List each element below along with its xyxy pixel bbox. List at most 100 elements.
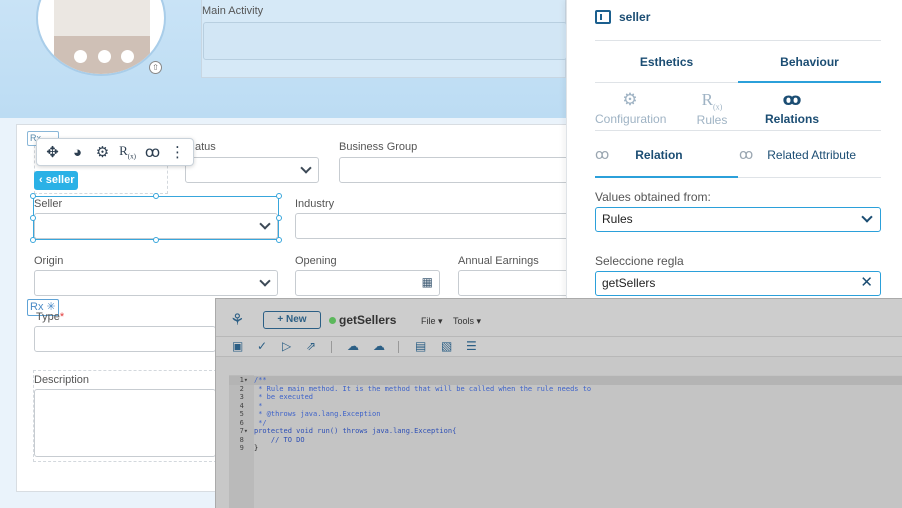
line-number: 5 [239,410,248,418]
check-icon[interactable]: ✓ [257,339,267,353]
required-mark: * [59,311,65,323]
panel-title: seller [595,10,650,24]
rule-select-label: Seleccione regla [595,254,684,268]
chevron-down-icon [300,162,312,174]
gear-icon: ⚙ [622,90,638,109]
divider [595,40,881,41]
resize-handle[interactable] [30,237,36,243]
resize-handle[interactable] [276,215,282,221]
code-area[interactable]: 1▾/** 2 * Rule main method. It is the met… [229,375,902,508]
code-line[interactable]: 4 * [229,402,902,411]
more-icon[interactable]: ⋮ [167,143,189,161]
values-obtained-value: Rules [602,212,633,226]
rules-icon[interactable]: R(x) [117,143,139,161]
tab-behaviour[interactable]: Behaviour [738,55,881,69]
tab-related-attribute[interactable]: ꝏ Related Attribute [739,146,881,163]
values-obtained-select[interactable]: Rules [595,207,881,232]
tab-relation[interactable]: ꝏ Relation [595,146,735,163]
subtab-configuration-label: Configuration [595,112,667,126]
list-icon[interactable]: ☰ [466,339,477,353]
editor-title: getSellers [339,313,397,327]
gear-icon[interactable]: ⚙ [92,143,114,161]
tab-related-attribute-label: Related Attribute [767,147,856,162]
seller-chip[interactable]: ‹ seller [34,171,78,190]
opening-date-input[interactable]: ▦ [295,270,440,296]
code-line[interactable]: 1▾ /** [229,376,902,385]
industry-label: Industry [295,198,335,210]
chevron-down-icon [259,275,271,287]
resize-handle[interactable] [30,215,36,221]
resize-handle[interactable] [276,193,282,199]
subtab-configuration[interactable]: ⚙ Configuration [595,90,667,126]
main-activity-field: Main Activity [201,0,567,78]
cloud-upload-icon[interactable]: ☁ [373,339,385,353]
relations-icon: ꝏ [782,90,802,109]
menu-tools[interactable]: Tools ▾ [453,316,481,327]
app-logo-icon: ⚘ [230,312,245,329]
subtab-rules[interactable]: R(x) Rules [677,90,747,127]
code-line[interactable]: 2 * Rule main method. It is the method t… [229,385,902,394]
industry-input[interactable] [295,213,569,239]
line-number: 4 [239,401,248,410]
resize-handle[interactable] [30,193,36,199]
origin-select[interactable] [34,270,278,296]
code-line[interactable]: 3 * be executed [229,393,902,402]
rule-select[interactable]: getSellers ✕ [595,271,881,296]
main-activity-label: Main Activity [202,5,264,17]
avatar-dots [74,50,134,63]
resize-handle[interactable] [153,237,159,243]
code-text: */ [254,418,267,427]
status-label: atus [195,141,216,153]
code-line[interactable]: 5 * @throws java.lang.Exception [229,410,902,419]
tab-esthetics[interactable]: Esthetics [595,55,738,69]
rule-select-value: getSellers [602,276,656,290]
move-icon[interactable]: ✥ [42,143,64,161]
code-line[interactable]: 8 // TO DO [229,436,902,445]
opening-label: Opening [295,255,337,267]
type-label: Type* [36,311,64,323]
run-icon[interactable]: ▷ [282,339,291,353]
code-text: * @throws java.lang.Exception [254,410,381,418]
cloud-download-icon[interactable]: ☁ [347,339,359,353]
type-input[interactable] [34,326,216,352]
line-number: 9 [239,444,248,452]
annual-earnings-input[interactable] [458,270,569,296]
resize-handle[interactable] [153,193,159,199]
code-line[interactable]: 9 } [229,444,902,453]
relations-icon: ꝏ [739,146,754,162]
save-icon[interactable]: ▣ [232,339,243,353]
relations-icon[interactable]: ꝏ [142,143,164,161]
status-select[interactable] [185,157,319,183]
divider [595,82,738,83]
upload-icon[interactable]: ⇧ [149,61,162,74]
main-activity-input[interactable] [203,22,567,60]
resize-handle[interactable] [276,237,282,243]
rules-icon: R(x) [701,90,723,112]
annual-earnings-label: Annual Earnings [458,255,539,267]
code-line[interactable]: 7▾ protected void run() throws java.lang.… [229,427,902,436]
line-number: 8 [239,435,248,444]
calendar-icon[interactable]: ▦ [422,275,433,289]
new-button[interactable]: + New [263,311,321,329]
tab-active-indicator [595,176,738,178]
business-group-input[interactable] [339,157,569,183]
palette-icon[interactable]: ◕ [67,144,89,161]
export-icon[interactable]: ⇗ [306,339,316,353]
avatar[interactable] [36,0,166,76]
status-dot [329,317,336,324]
subtab-relations-label: Relations [764,112,819,126]
code-text: * Rule main method. It is the method tha… [254,384,592,393]
avatar-face [54,0,150,36]
document-icon[interactable]: ▧ [441,339,452,353]
type-label-text: Type [36,311,60,323]
line-number: 7▾ [239,427,248,435]
relations-icon: ꝏ [595,146,610,162]
code-view-icon[interactable]: ▤ [415,339,426,353]
code-line[interactable]: 6 */ [229,419,902,428]
menu-file[interactable]: File ▾ [421,316,443,327]
business-group-label: Business Group [339,141,418,153]
seller-chip-label: seller [45,174,75,186]
subtab-relations[interactable]: ꝏ Relations [757,90,827,126]
panel-title-text: seller [619,10,651,24]
clear-icon[interactable]: ✕ [860,272,873,294]
